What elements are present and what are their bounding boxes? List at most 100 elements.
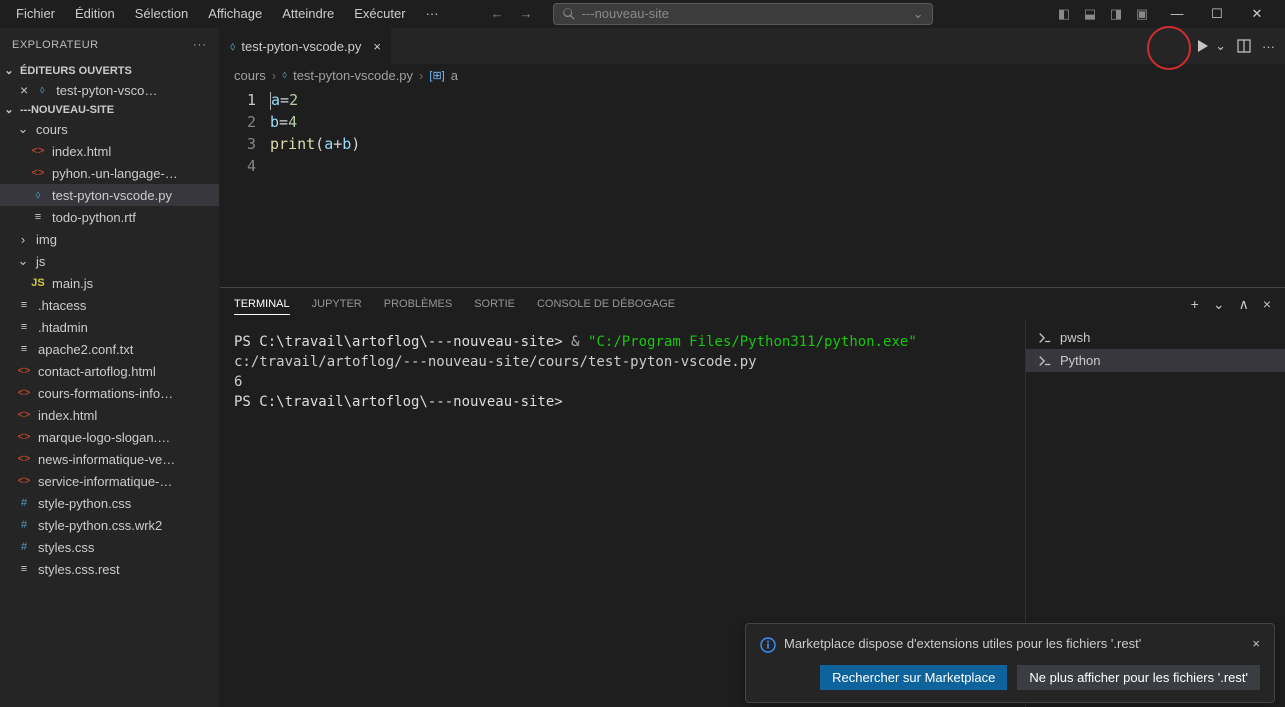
explorer-more-icon[interactable]: ··· [193,39,207,51]
new-terminal-icon[interactable]: + [1191,296,1199,313]
close-icon[interactable]: × [1252,636,1260,651]
symbol-icon: [⊞] [429,69,444,82]
window-maximize[interactable]: ☐ [1197,0,1237,28]
terminal-session-python[interactable]: Python [1026,349,1285,372]
chevron-icon: ⌄ [16,121,30,137]
tab-problems[interactable]: PROBLÈMES [384,294,452,314]
file-item[interactable]: <>index.html [0,404,219,426]
folder-item[interactable]: ›img [0,228,219,250]
css-file-icon: # [16,541,32,553]
file-item[interactable]: ≡todo-python.rtf [0,206,219,228]
chevron-down-icon: ⌄ [2,64,16,77]
file-item[interactable]: #style-python.css.wrk2 [0,514,219,536]
dismiss-button[interactable]: Ne plus afficher pour les fichiers '.res… [1017,665,1260,690]
file-name: cours-formations-info… [38,386,173,401]
file-item[interactable]: <>service-informatique-… [0,470,219,492]
tab-terminal[interactable]: TERMINAL [234,294,290,315]
tab-close-icon[interactable]: × [373,39,381,54]
notification-message: Marketplace dispose d'extensions utiles … [784,636,1141,651]
menu-selection[interactable]: Sélection [127,4,196,23]
breadcrumbs[interactable]: cours › ⬨ test-pyton-vscode.py › [⊞] a [220,64,1285,87]
file-item[interactable]: <> cours-formations-info… [0,382,219,404]
editor-more-icon[interactable]: ··· [1262,39,1275,54]
menu-affichage[interactable]: Affichage [200,4,270,23]
file-item[interactable]: <>marque-logo-slogan.… [0,426,219,448]
file-name: marque-logo-slogan.… [38,430,170,445]
folder-item[interactable]: ⌄ js [0,250,219,272]
tab-output[interactable]: SORTIE [474,294,515,314]
python-file-icon: ⬨ [34,84,50,97]
nav-forward-icon[interactable]: → [520,6,533,21]
open-editors-label: ÉDITEURS OUVERTS [20,65,132,77]
tab-debug-console[interactable]: CONSOLE DE DÉBOGAGE [537,294,675,314]
tab-jupyter[interactable]: JUPYTER [312,294,362,314]
rtf-file-icon: ≡ [16,343,32,355]
file-item[interactable]: <>pyhon.-un-langage-… [0,162,219,184]
search-icon [562,7,576,21]
html-file-icon: <> [16,387,32,399]
nav-back-icon[interactable]: ← [491,6,504,21]
editor-tab[interactable]: ⬨ test-pyton-vscode.py × [220,28,392,64]
close-panel-icon[interactable]: × [1263,296,1271,313]
workspace-label: ---NOUVEAU-SITE [20,104,114,116]
chevron-icon: ⌄ [16,253,30,269]
file-name: styles.css [38,540,94,555]
menu-overflow[interactable]: ··· [418,4,447,23]
html-file-icon: <> [16,409,32,421]
python-file-icon: ⬨ [282,69,287,82]
layout-left-icon[interactable]: ◧ [1053,3,1075,25]
folder-item[interactable]: ⌄cours [0,118,219,140]
file-name: .htadmin [38,320,88,335]
file-item[interactable]: ≡styles.css.rest [0,558,219,580]
file-item[interactable]: ≡apache2.conf.txt [0,338,219,360]
folder-name: js [36,254,45,269]
open-editors-header[interactable]: ⌄ ÉDITEURS OUVERTS [0,62,219,79]
close-icon[interactable]: × [20,82,28,98]
file-item[interactable]: ≡.htadmin [0,316,219,338]
workspace-header[interactable]: ⌄ ---NOUVEAU-SITE [0,101,219,118]
file-item[interactable]: <>news-informatique-ve… [0,448,219,470]
file-name: styles.css.rest [38,562,120,577]
folder-name: img [36,232,57,247]
file-item[interactable]: <>index.html [0,140,219,162]
file-item[interactable]: ⬨test-pyton-vscode.py [0,184,219,206]
run-icon[interactable] [1195,38,1211,54]
file-item[interactable]: ≡.htacess [0,294,219,316]
layout-right-icon[interactable]: ◨ [1105,3,1127,25]
menubar: Fichier Édition Sélection Affichage Atte… [0,0,1285,28]
code-content[interactable]: a=2 b=4 print(a+b) [270,89,1285,287]
file-name: todo-python.rtf [52,210,136,225]
split-editor-icon[interactable] [1236,38,1252,54]
file-item[interactable]: # styles.css [0,536,219,558]
file-item[interactable]: <>contact-artoflog.html [0,360,219,382]
breadcrumb-symbol[interactable]: a [451,68,458,83]
file-item[interactable]: #style-python.css [0,492,219,514]
command-center[interactable]: ---nouveau-site ⌄ [553,3,933,25]
menu-fichier[interactable]: Fichier [8,4,63,23]
code-editor[interactable]: 1234 a=2 b=4 print(a+b) [220,87,1285,287]
terminal-session-pwsh[interactable]: pwsh [1026,326,1285,349]
menu-edition[interactable]: Édition [67,4,123,23]
panel-tabs: TERMINAL JUPYTER PROBLÈMES SORTIE CONSOL… [220,288,1285,320]
menu-atteindre[interactable]: Atteindre [274,4,342,23]
tab-bar: ⬨ test-pyton-vscode.py × ⌄ ··· [220,28,1285,64]
search-marketplace-button[interactable]: Rechercher sur Marketplace [820,665,1007,690]
layout-bottom-icon[interactable]: ⬓ [1079,3,1101,25]
layout-custom-icon[interactable]: ▣ [1131,3,1153,25]
breadcrumb-folder[interactable]: cours [234,68,266,83]
html-file-icon: <> [16,365,32,377]
open-editor-item[interactable]: × ⬨ test-pyton-vsco… [0,79,219,101]
maximize-panel-icon[interactable]: ∧ [1239,296,1249,313]
breadcrumb-file[interactable]: test-pyton-vscode.py [293,68,413,83]
file-tree: ⌄cours<>index.html<>pyhon.-un-langage-…⬨… [0,118,219,707]
window-minimize[interactable]: — [1157,0,1197,28]
terminal-dropdown-icon[interactable]: ⌄ [1213,296,1225,313]
run-dropdown-icon[interactable]: ⌄ [1215,38,1226,54]
window-close[interactable]: ✕ [1237,0,1277,28]
file-name: service-informatique-… [38,474,172,489]
file-item[interactable]: JSmain.js [0,272,219,294]
chevron-down-icon: ⌄ [913,6,924,22]
terminal-icon [1038,331,1052,345]
rtf-file-icon: ≡ [16,299,32,311]
menu-executer[interactable]: Exécuter [346,4,413,23]
